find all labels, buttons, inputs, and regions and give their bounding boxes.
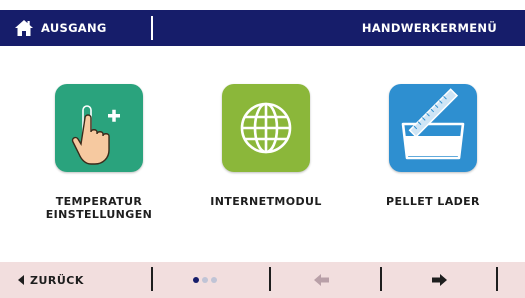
temperature-settings-label: TEMPERATUR EINSTELLUNGEN: [19, 195, 179, 221]
menu-title-text: HANDWERKERMENÜ: [361, 21, 497, 35]
header-bar: AUSGANG HANDWERKERMENÜ: [0, 10, 525, 46]
temperature-label-line1: TEMPERATUR: [55, 195, 143, 208]
page-indicator: [193, 277, 217, 283]
page-dot: [211, 277, 217, 283]
pellet-loader-tile[interactable]: [389, 84, 477, 172]
page-dot: [202, 277, 208, 283]
home-icon: [15, 20, 33, 36]
internet-label-line1: INTERNETMODUL: [210, 195, 322, 208]
pellet-container-icon: [401, 88, 465, 160]
next-page-button[interactable]: [431, 273, 447, 287]
temperature-label-line2: EINSTELLUNGEN: [45, 208, 153, 221]
arrow-right-icon: [432, 274, 447, 286]
temperature-settings-tile[interactable]: [55, 84, 143, 172]
back-arrow-icon: [18, 275, 24, 285]
footer-divider: [269, 267, 271, 291]
previous-page-button[interactable]: [314, 273, 330, 287]
menu-title: HANDWERKERMENÜ: [362, 10, 497, 46]
back-label: ZURÜCK: [30, 273, 84, 287]
touch-plus-icon: [71, 105, 120, 165]
internet-module-label: INTERNETMODUL: [186, 195, 346, 208]
pellet-loader-label: PELLET LADER: [353, 195, 513, 208]
footer-divider: [496, 267, 498, 291]
arrow-left-icon: [314, 274, 329, 286]
footer-divider: [380, 267, 382, 291]
footer-bar: ZURÜCK: [0, 262, 525, 298]
page-dot-active: [193, 277, 199, 283]
internet-module-tile[interactable]: [222, 84, 310, 172]
exit-button[interactable]: AUSGANG: [15, 10, 107, 46]
header-divider: [151, 16, 153, 40]
globe-icon: [240, 102, 292, 154]
footer-divider: [151, 267, 153, 291]
back-button[interactable]: ZURÜCK: [18, 262, 84, 298]
exit-label: AUSGANG: [41, 21, 107, 35]
pellet-label-line1: PELLET LADER: [386, 195, 480, 208]
